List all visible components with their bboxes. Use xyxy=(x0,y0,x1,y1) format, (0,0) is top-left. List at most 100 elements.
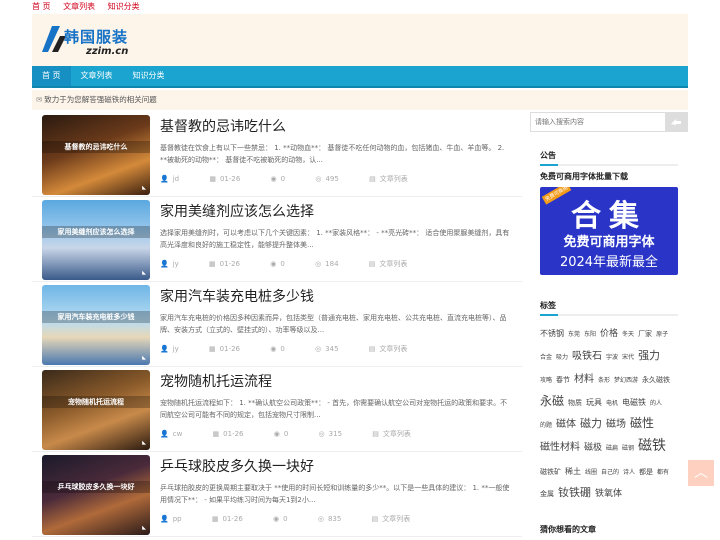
post-thumbnail[interactable]: 宠物随机托运流程 ◣ xyxy=(42,370,150,450)
post-category[interactable]: 文章列表 xyxy=(380,175,408,183)
tag-link[interactable]: 东阳 xyxy=(584,331,596,338)
post-category[interactable]: 文章列表 xyxy=(383,430,411,438)
tag-link[interactable]: 磁场 xyxy=(606,419,626,431)
tag-link[interactable]: 磁体 xyxy=(556,419,576,431)
thumbnail-label: 家用汽车装充电桩多少钱 xyxy=(42,311,150,323)
tag-link[interactable]: 磁极 xyxy=(584,443,602,454)
tag-link[interactable]: 都有 xyxy=(657,469,669,476)
tag-link[interactable]: 电机 xyxy=(606,400,618,407)
post-author[interactable]: jy xyxy=(173,345,179,353)
post-thumbnail[interactable]: 基督教的忌讳吃什么 ◣ xyxy=(42,115,150,195)
nav-item-home[interactable]: 首 页 xyxy=(32,66,71,86)
post-views: 345 xyxy=(325,345,339,353)
tag-link[interactable]: 不锈钢 xyxy=(540,329,564,339)
tag-link[interactable]: 自己的 xyxy=(601,469,619,476)
tag-link[interactable]: 原子 xyxy=(656,331,668,338)
tag-link[interactable]: 吸力 xyxy=(556,354,568,361)
tag-link[interactable]: 钕铁硼 xyxy=(558,486,591,499)
post-author[interactable]: cw xyxy=(173,430,183,438)
post-title[interactable]: 家用美缝剂应该怎么选择 xyxy=(160,201,314,221)
main-nav: 首 页 文章列表 知识分类 xyxy=(32,66,688,88)
tag-link[interactable]: 永久磁铁 xyxy=(642,376,670,384)
thumbnail-label: 宠物随机托运流程 xyxy=(42,396,150,408)
search-button[interactable] xyxy=(665,113,687,131)
post-author[interactable]: pp xyxy=(173,515,182,523)
post-comments: 0 xyxy=(283,430,289,438)
post-category[interactable]: 文章列表 xyxy=(379,260,407,268)
back-to-top-button[interactable]: ︿ xyxy=(688,460,714,486)
user-icon: 👤 xyxy=(160,345,169,353)
tag-link[interactable]: 厂家 xyxy=(638,330,652,338)
tag-link[interactable]: 合金 xyxy=(540,354,552,361)
list-item: 家用汽车装充电桩多少钱 ◣ 家用汽车装充电桩多少钱 家用汽车充电桩的价格因多种因… xyxy=(32,282,522,367)
post-thumbnail[interactable]: 乒乓球胶皮多久换一块好 ◣ xyxy=(42,455,150,535)
tag-link[interactable]: 的题 xyxy=(540,422,552,429)
post-meta: 👤 cw ▦ 01-26 ◉ 0 ◎ 315 ▤ 文章列表 xyxy=(160,429,439,439)
post-excerpt: 基督教徒在饮食上有以下一些禁忌： 1. **动物血**： 基督徒不吃任何动物的血… xyxy=(160,144,505,164)
tag-link[interactable]: 电磁铁 xyxy=(622,398,646,408)
post-title[interactable]: 基督教的忌讳吃什么 xyxy=(160,116,286,136)
tag-link[interactable]: 磁力 xyxy=(580,417,602,430)
topbar-link-articles[interactable]: 文章列表 xyxy=(63,2,95,11)
tag-link[interactable]: 材料 xyxy=(574,374,594,386)
topbar-link-categories[interactable]: 知识分类 xyxy=(108,2,140,11)
site-logo[interactable]: 韩国服装 zzim.cn xyxy=(38,22,148,62)
tag-link[interactable]: 磁性 xyxy=(630,416,654,430)
search-input[interactable] xyxy=(531,113,667,131)
nav-item-articles[interactable]: 文章列表 xyxy=(71,66,123,86)
tag-link[interactable]: 条形 xyxy=(598,377,610,384)
tag-link[interactable]: 物质 xyxy=(568,399,582,407)
post-title[interactable]: 乒乓球胶皮多久换一块好 xyxy=(160,456,314,476)
tag-link[interactable]: 磁扁 xyxy=(606,445,618,452)
tag-link[interactable]: 金属 xyxy=(540,490,554,498)
tag-link[interactable]: 的人 xyxy=(650,400,662,407)
tag-link[interactable]: 玩具 xyxy=(586,398,602,408)
tag-link[interactable]: 都是 xyxy=(639,468,653,476)
thumbnail-logo-icon: ◣ xyxy=(142,270,146,276)
promo-title[interactable]: 免费可商用字体批量下载 xyxy=(540,171,628,182)
post-date: 01-26 xyxy=(222,515,243,523)
post-title[interactable]: 宠物随机托运流程 xyxy=(160,371,272,391)
post-category[interactable]: 文章列表 xyxy=(379,345,407,353)
tag-link[interactable]: 磁钢 xyxy=(622,445,634,452)
post-author[interactable]: jy xyxy=(173,260,179,268)
post-author[interactable]: jd xyxy=(173,175,179,183)
tag-link[interactable]: 永磁 xyxy=(540,394,564,408)
topbar-link-home[interactable]: 首 页 xyxy=(32,2,51,11)
post-thumbnail[interactable]: 家用美缝剂应该怎么选择 ◣ xyxy=(42,200,150,280)
tag-link[interactable]: 稀土 xyxy=(565,467,581,477)
tag-link[interactable]: 东莞 xyxy=(568,331,580,338)
thumbnail-logo-icon: ◣ xyxy=(142,355,146,361)
tag-link[interactable]: 冬天 xyxy=(622,331,634,338)
thumbnail-label: 家用美缝剂应该怎么选择 xyxy=(42,226,150,238)
calendar-icon: ▦ xyxy=(209,175,216,183)
post-thumbnail[interactable]: 家用汽车装充电桩多少钱 ◣ xyxy=(42,285,150,365)
post-excerpt: 乒乓球拍胶皮的更换周期主要取决于 **使用的时间长短和训练量的多少**。以下是一… xyxy=(160,484,510,504)
tag-link[interactable]: 磁铁 xyxy=(638,438,666,455)
promo-banner[interactable]: 免费可商用 合集 免费可商用字体 2024年最新最全 xyxy=(540,187,678,275)
tags-underline xyxy=(540,314,678,316)
tag-link[interactable]: 吸铁石 xyxy=(572,351,602,363)
tag-link[interactable]: 梦幻西游 xyxy=(614,377,638,384)
tag-link[interactable]: 磁铁矿 xyxy=(540,468,561,476)
tag-link[interactable]: 宋代 xyxy=(622,354,634,361)
post-title[interactable]: 家用汽车装充电桩多少钱 xyxy=(160,286,314,306)
post-comments: 0 xyxy=(283,515,288,523)
tags-title: 标签 xyxy=(540,301,556,310)
tag-link[interactable]: 铁氧体 xyxy=(595,489,622,500)
tag-link[interactable]: 诗人 xyxy=(623,469,635,476)
comment-icon: ◉ xyxy=(273,515,280,523)
tag-link[interactable]: 春节 xyxy=(556,376,570,384)
tag-link[interactable]: 强力 xyxy=(638,349,660,362)
tag-link[interactable]: 宇波 xyxy=(606,354,618,361)
tag-link[interactable]: 磁性材料 xyxy=(540,442,580,454)
post-comments: 0 xyxy=(280,260,285,268)
logo-subtitle: zzim.cn xyxy=(86,46,129,57)
post-category[interactable]: 文章列表 xyxy=(382,515,410,523)
folder-icon: ▤ xyxy=(368,345,376,353)
tag-link[interactable]: 攻略 xyxy=(540,377,552,384)
eye-icon: ◎ xyxy=(315,345,322,353)
nav-item-categories[interactable]: 知识分类 xyxy=(123,66,175,86)
tag-link[interactable]: 线圈 xyxy=(585,469,597,476)
tag-link[interactable]: 价格 xyxy=(600,329,618,340)
